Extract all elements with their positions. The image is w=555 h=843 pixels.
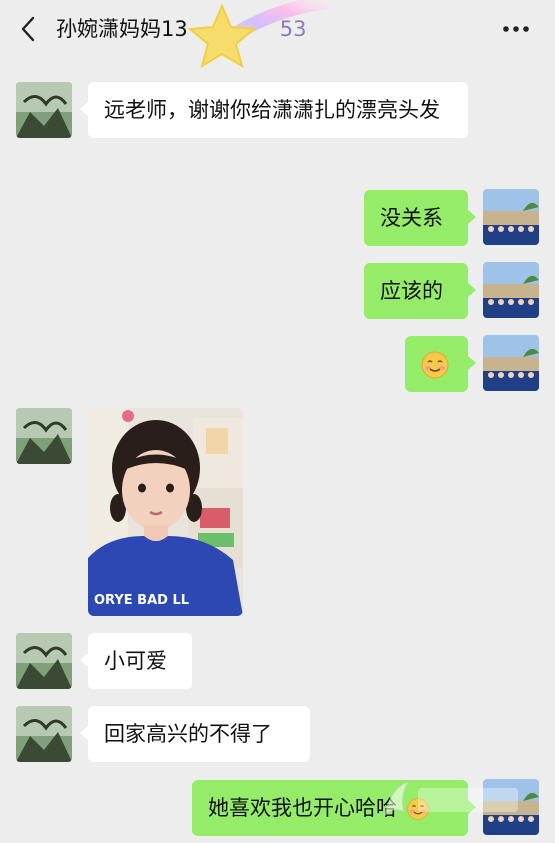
- contact-avatar[interactable]: [16, 408, 72, 464]
- message-text: 她喜欢我也开心哈哈: [208, 796, 397, 820]
- star-sticker-icon: [187, 0, 333, 69]
- message-text: 应该的: [380, 279, 443, 303]
- more-dots-icon[interactable]: [499, 14, 533, 44]
- shirt-text: ORYE BAD LL: [94, 593, 189, 608]
- my-avatar[interactable]: [483, 262, 539, 318]
- message-bubble[interactable]: 远老师，谢谢你给潇潇扎的漂亮头发: [80, 82, 468, 138]
- message-text: 小可爱: [104, 649, 167, 673]
- child-photo[interactable]: ORYE BAD LL: [88, 408, 243, 616]
- message-bubble[interactable]: [405, 336, 476, 392]
- back-arrow-icon[interactable]: [14, 14, 42, 44]
- message-bubble[interactable]: 没关系: [364, 190, 476, 246]
- contact-avatar[interactable]: [16, 633, 72, 689]
- message-bubble[interactable]: 小可爱: [80, 633, 192, 689]
- smile-emoji-icon: [421, 351, 449, 379]
- my-avatar[interactable]: [483, 335, 539, 391]
- contact-avatar[interactable]: [16, 82, 72, 138]
- chat-title-text: 孙婉潇妈妈13: [56, 17, 188, 41]
- watermark-logo: [383, 781, 518, 818]
- message-text: 回家高兴的不得了: [104, 722, 272, 746]
- my-avatar[interactable]: [483, 189, 539, 245]
- message-bubble[interactable]: 应该的: [364, 263, 476, 319]
- message-bubble[interactable]: 回家高兴的不得了: [80, 706, 310, 762]
- message-text: 远老师，谢谢你给潇潇扎的漂亮头发: [104, 98, 440, 122]
- message-text: 没关系: [380, 206, 443, 230]
- contact-avatar[interactable]: [16, 706, 72, 762]
